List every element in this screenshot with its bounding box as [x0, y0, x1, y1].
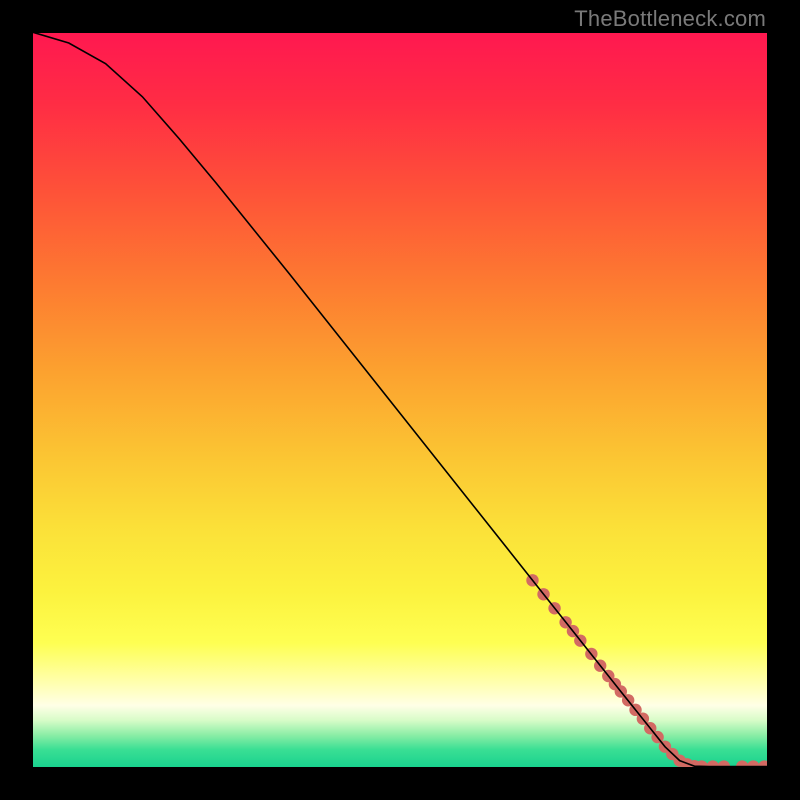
watermark-text: TheBottleneck.com: [574, 6, 766, 32]
gradient-background: [32, 32, 768, 768]
chart-svg: [32, 32, 768, 768]
chart-area: [32, 32, 768, 768]
